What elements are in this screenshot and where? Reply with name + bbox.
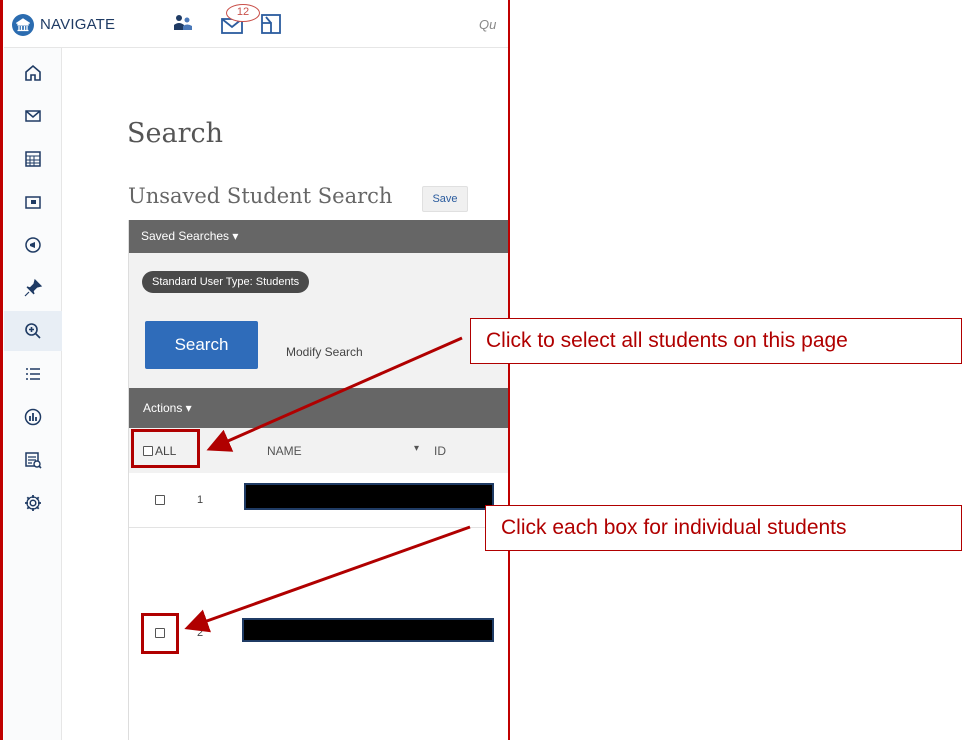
arrow-to-select-all — [206, 336, 463, 452]
screenshot-stage: NAVIGATE 12 Qu Search Unsaved Student Se… — [0, 0, 965, 740]
arrow-to-row-checkbox — [184, 525, 471, 633]
annotation-arrows — [184, 336, 471, 633]
